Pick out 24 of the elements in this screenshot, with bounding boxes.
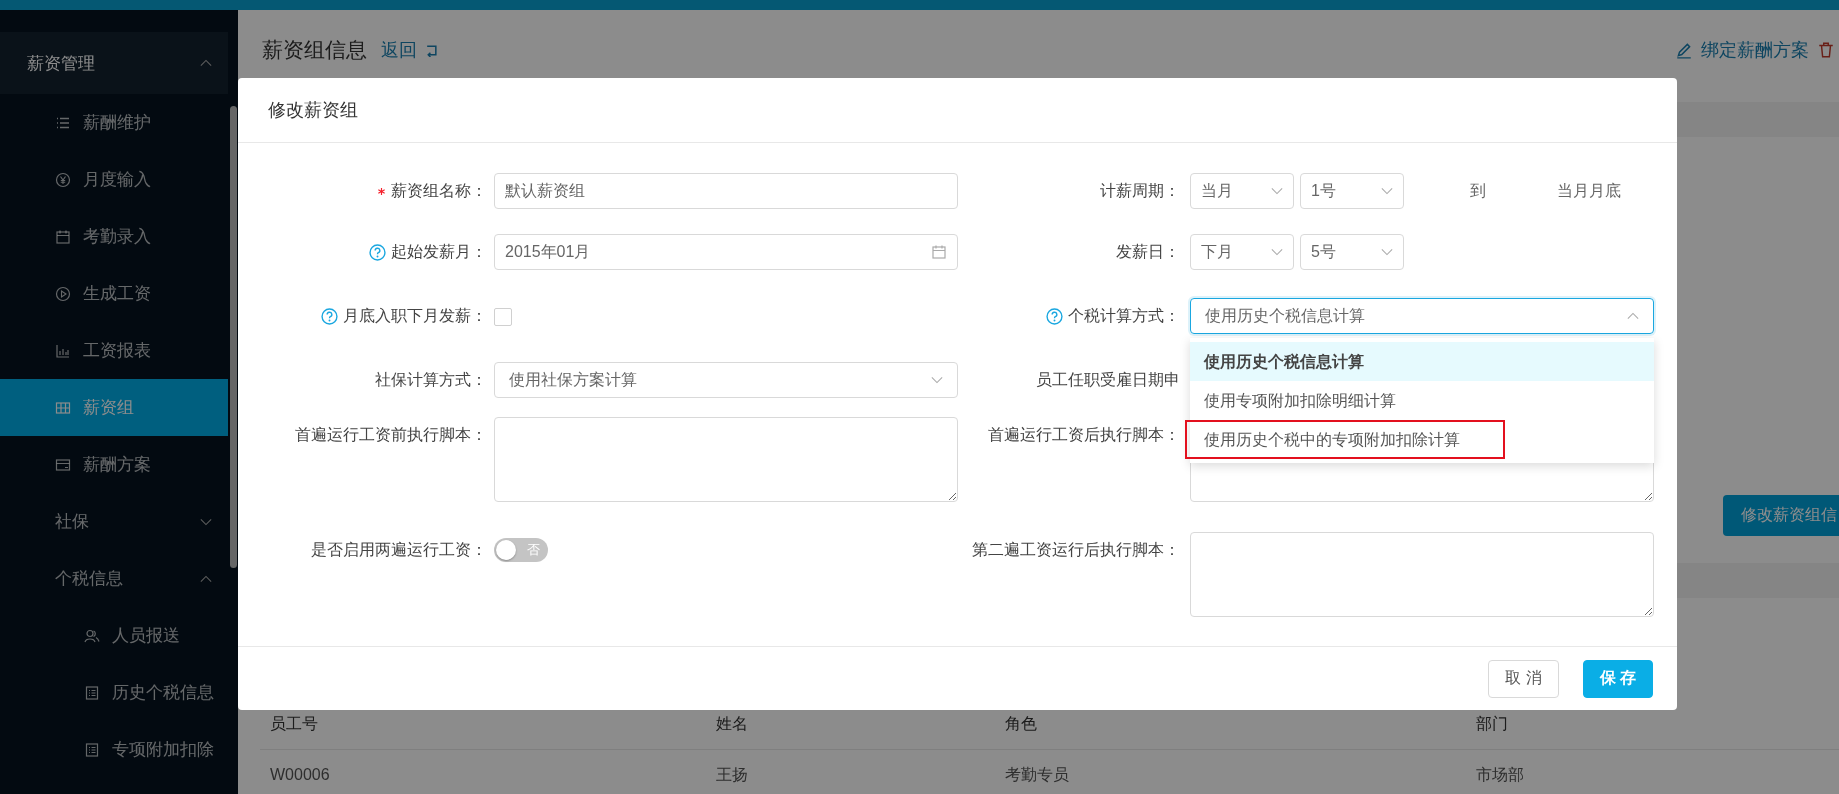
field-label: 员工任职受雇日期申 [1036,369,1180,390]
column-header: 姓名 [716,713,749,734]
table-cell-text: 市场部 [1476,764,1525,785]
field-label: 首遍运行工资后执行脚本： [988,424,1180,445]
field-label: 社保计算方式： [375,369,487,390]
field-label: 首遍运行工资前执行脚本： [295,424,487,445]
field-label: 薪资组名称： [391,180,487,201]
column-header: 角色 [1005,713,1038,734]
field-label: 起始发薪月： [391,241,487,262]
column-header: 员工号 [270,713,319,734]
page-title: 薪资组信息 [262,37,367,63]
field-label: 月底入职下月发薪： [343,305,487,326]
field-label: 第二遍工资运行后执行脚本： [972,539,1180,560]
field-label: 个税计算方式： [1068,305,1180,326]
field-label: 发薪日： [1116,241,1180,262]
table-cell-text: 王扬 [716,764,749,785]
range-separator: 到 [1470,180,1486,201]
dialog-title: 修改薪资组 [268,99,358,122]
table-cell-text: W00006 [270,766,331,784]
table-cell-text: 考勤专员 [1005,764,1070,785]
column-header: 部门 [1476,713,1509,734]
field-label: 是否启用两遍运行工资： [311,539,487,560]
period-end-text: 当月月底 [1557,180,1621,201]
field-label: 计薪周期： [1100,180,1180,201]
